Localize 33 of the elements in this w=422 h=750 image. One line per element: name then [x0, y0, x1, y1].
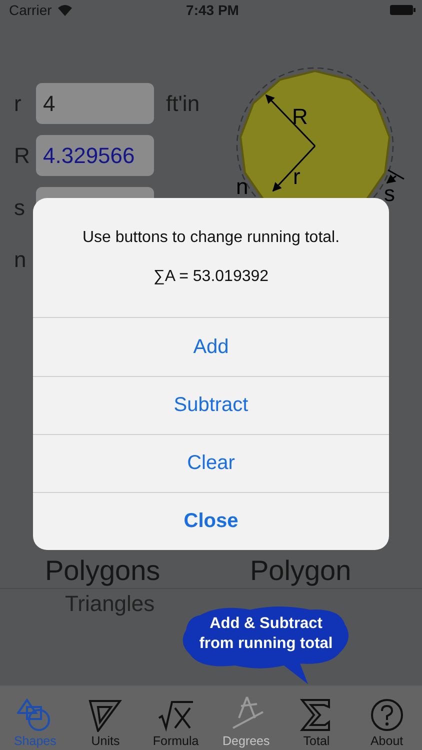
tab[interactable]: Formula [140, 686, 211, 750]
picker-item[interactable]: Polygon [250, 554, 352, 588]
carrier-label: Carrier [9, 2, 52, 18]
picker-item[interactable]: Polygons [45, 554, 250, 588]
battery-icon [390, 5, 416, 15]
diagram-label: R [292, 104, 308, 129]
field-label: r [14, 90, 22, 116]
tab[interactable]: Total [281, 686, 352, 750]
clock: 7:43 PM [186, 2, 239, 18]
diagram-label: n [236, 174, 248, 199]
alert-button[interactable]: Clear [33, 434, 389, 492]
alert-message: Use buttons to change running total. [82, 229, 340, 247]
total-value: ∑A = 53.019392 [153, 268, 269, 286]
field-label: n [14, 246, 28, 272]
diagram-label: r [293, 164, 300, 189]
sigma-icon [300, 698, 332, 732]
alert-button[interactable]: Add [33, 318, 389, 376]
help-icon [370, 698, 404, 732]
field-label: s [14, 194, 26, 220]
wifi-icon [56, 4, 73, 16]
radius-arrow [272, 145, 316, 192]
radius-arrow [265, 94, 316, 147]
field-label: R [14, 142, 28, 168]
alert-button[interactable]: Subtract [33, 376, 389, 434]
input-field[interactable]: 4 [36, 83, 154, 124]
tab[interactable]: Units [70, 686, 141, 750]
square-root-icon [158, 700, 194, 732]
alert-button[interactable]: Close [33, 492, 389, 550]
input-field[interactable]: 4.329566 [36, 135, 154, 176]
diagram-label: s [384, 181, 395, 206]
unit-label: ft'in [166, 90, 200, 116]
side-arrow [386, 169, 404, 184]
tab[interactable]: About [352, 686, 422, 750]
